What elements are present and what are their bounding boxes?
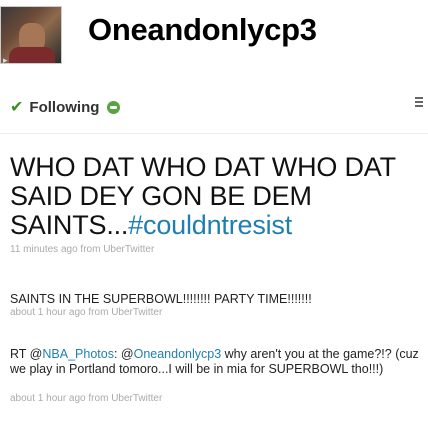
following-label: Following [29, 98, 100, 116]
tweet-item: RT @NBA_Photos: @Oneandonlycp3 why aren'… [10, 347, 419, 376]
unfollow-minus-icon[interactable] [107, 100, 121, 114]
check-icon: ✔ [10, 99, 24, 116]
profile-username[interactable]: Oneandonlycp3 [88, 12, 317, 48]
mention-link[interactable]: Oneandonlycp3 [134, 347, 222, 361]
tweet-item: SAINTS IN THE SUPERBOWL!!!!!!!! PARTY TI… [10, 292, 425, 307]
tweet-timestamp[interactable]: about 1 hour ago from [10, 307, 108, 318]
hashtag-link[interactable]: #couldntresist [128, 210, 292, 240]
mention-link[interactable]: NBA_Photos [42, 347, 114, 361]
tweet-source-link[interactable]: UberTwitter [103, 244, 154, 255]
tweet-timestamp[interactable]: about 1 hour ago from [10, 393, 108, 404]
header-divider [0, 133, 428, 134]
avatar-corner-mark: ▸ [3, 55, 8, 64]
list-menu-icon[interactable] [415, 97, 425, 109]
tweet-source-link[interactable]: UberTwitter [111, 393, 162, 404]
tweet-text: SAINTS IN THE SUPERBOWL!!!!!!!! PARTY TI… [10, 292, 312, 306]
avatar-shirt [9, 47, 55, 63]
avatar[interactable]: ▸ [0, 6, 62, 64]
tweet-latest: WHO DAT WHO DAT WHO DAT SAID DEY GON BE … [10, 153, 428, 240]
following-status[interactable]: ✔ Following [10, 97, 121, 117]
tweet-meta: about 1 hour ago from UberTwitter [10, 393, 162, 404]
tweet-source-link[interactable]: UberTwitter [111, 307, 162, 318]
tweet-timestamp[interactable]: 11 minutes ago from [10, 244, 100, 255]
tweet-meta: about 1 hour ago from UberTwitter [10, 307, 162, 318]
tweet-meta: 11 minutes ago from UberTwitter [10, 244, 154, 255]
